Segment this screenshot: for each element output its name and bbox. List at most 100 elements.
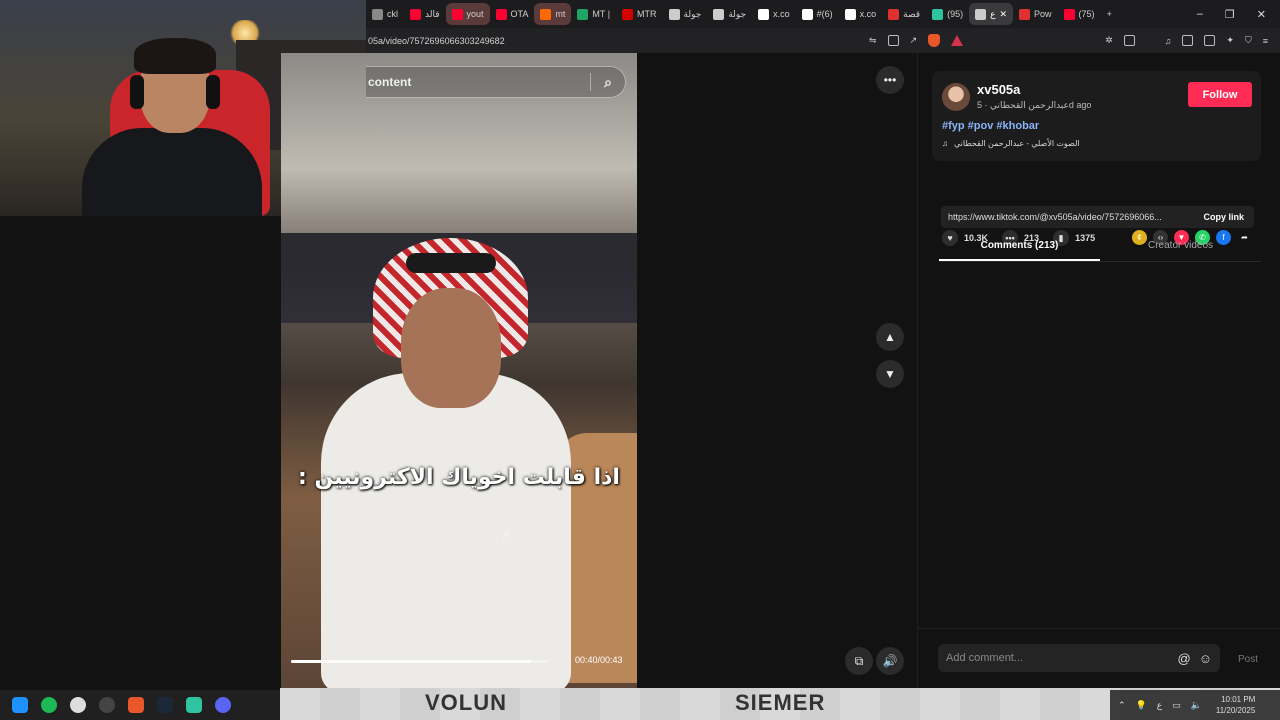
comment-input[interactable]: Add comment... @ ☺ bbox=[938, 644, 1220, 672]
browser-tab[interactable]: OTA bbox=[490, 3, 535, 25]
video-link[interactable]: https://www.tiktok.com/@xv505a/video/757… bbox=[948, 212, 1162, 222]
tab-label: mt bbox=[555, 9, 566, 19]
tab-label: قالد bbox=[425, 8, 440, 19]
strip-text-left: VOLUN bbox=[425, 690, 507, 715]
browser-tab[interactable]: Pow bbox=[1013, 3, 1058, 25]
tab-label: x.co bbox=[859, 9, 877, 19]
media-icon[interactable]: ♫ bbox=[1165, 36, 1172, 46]
tab-favicon-icon bbox=[801, 8, 813, 20]
music-row[interactable]: ♫ الصوت الأصلي - عبدالرحمن القحطاني bbox=[942, 139, 1080, 148]
tab-comments[interactable]: Comments (213) bbox=[939, 240, 1100, 261]
brave-taskbar-icon[interactable] bbox=[128, 697, 144, 713]
next-video-button[interactable]: ▼ bbox=[876, 360, 904, 388]
tab-favicon-icon bbox=[540, 8, 552, 20]
tab-favicon-icon bbox=[372, 8, 383, 20]
tab-favicon-icon bbox=[713, 8, 725, 20]
brave-rewards-icon[interactable] bbox=[951, 35, 964, 46]
windows-start-icon[interactable] bbox=[12, 697, 28, 713]
toolbar-icons: ⇋ ↗ ✲ ♫ ✦ ⛉ ≡ bbox=[869, 34, 1280, 47]
address-bar[interactable]: 05a/video/7572696066303249682 ⇋ ↗ ✲ ♫ ✦ … bbox=[366, 28, 1280, 53]
hashtags[interactable]: #fyp #pov #khobar bbox=[942, 120, 1039, 132]
tab-label: MTR bbox=[637, 9, 657, 19]
discord-icon[interactable] bbox=[215, 697, 231, 713]
tiktok-search-box[interactable]: content ⌕ bbox=[366, 66, 626, 98]
share-icon[interactable]: ↗ bbox=[910, 35, 918, 46]
browser-tab[interactable]: (95) bbox=[926, 3, 969, 25]
spotify-icon[interactable] bbox=[41, 697, 57, 713]
author-card: xv505a عبدالرحمن القحطاني · 5d ago Follo… bbox=[932, 71, 1261, 161]
browser-tab[interactable]: MT | bbox=[571, 3, 616, 25]
chevron-down-icon: ▼ bbox=[884, 367, 896, 381]
volume-button[interactable]: 🔊 bbox=[876, 647, 904, 675]
post-comment-button[interactable]: Post bbox=[1238, 654, 1258, 665]
chevron-up-tray-icon[interactable]: ⌃ bbox=[1118, 700, 1126, 711]
username[interactable]: xv505a bbox=[977, 82, 1020, 97]
new-tab-button[interactable]: + bbox=[1101, 3, 1118, 25]
tab-favicon-icon bbox=[622, 8, 634, 20]
browser-tab[interactable]: x.co bbox=[839, 3, 883, 25]
tab-favicon-icon bbox=[451, 8, 463, 20]
browser-tab[interactable]: ع ✕ bbox=[969, 3, 1014, 25]
bulb-icon[interactable]: 💡 bbox=[1136, 700, 1147, 711]
tab-label: جولة bbox=[683, 8, 702, 19]
wallet-icon[interactable] bbox=[1123, 35, 1135, 46]
steam-icon[interactable] bbox=[157, 697, 173, 713]
window-controls: – ❐ ✕ bbox=[1197, 8, 1280, 21]
menu-icon[interactable]: ≡ bbox=[1263, 36, 1268, 46]
browser-tab[interactable]: yout bbox=[445, 3, 490, 25]
emoji-icon[interactable]: ☺ bbox=[1199, 651, 1212, 666]
mention-icon[interactable]: @ bbox=[1178, 651, 1191, 666]
vpn-shield-icon[interactable]: ⛉ bbox=[1245, 35, 1252, 46]
music-title[interactable]: الصوت الأصلي - عبدالرحمن القحطاني bbox=[954, 139, 1080, 148]
browser-tab[interactable]: #(6) bbox=[796, 3, 839, 25]
tabs-icon[interactable] bbox=[1204, 35, 1216, 46]
close-window-button[interactable]: ✕ bbox=[1257, 8, 1266, 21]
display-name: عبدالرحمن القحطاني bbox=[990, 100, 1069, 110]
browser-tab[interactable]: جولة bbox=[663, 3, 708, 25]
tab-close-icon[interactable]: ✕ bbox=[999, 9, 1007, 20]
video-caption: اذا قابلت اخوياك الاكترونيين : bbox=[298, 465, 620, 490]
streamer-hair bbox=[134, 38, 216, 74]
copy-link-button[interactable]: Copy link bbox=[1203, 212, 1254, 222]
browser-tab[interactable]: mt bbox=[534, 3, 572, 25]
browser-tab[interactable]: ckl bbox=[366, 3, 404, 25]
comment-divider bbox=[918, 628, 1280, 629]
browser-tab[interactable]: قصة bbox=[882, 3, 926, 25]
tab-label: قصة bbox=[903, 8, 921, 19]
app-icon[interactable] bbox=[186, 697, 202, 713]
browser-tab[interactable]: جولة bbox=[707, 3, 752, 25]
follow-button[interactable]: Follow bbox=[1188, 82, 1252, 107]
url-text[interactable]: 05a/video/7572696066303249682 bbox=[366, 36, 505, 46]
minimize-button[interactable]: – bbox=[1197, 8, 1203, 21]
tab-favicon-icon bbox=[1063, 8, 1075, 20]
tab-creator-videos[interactable]: Creator videos bbox=[1100, 240, 1261, 261]
brave-shields-icon[interactable] bbox=[928, 34, 941, 47]
leo-ai-icon[interactable]: ✦ bbox=[1226, 35, 1234, 46]
browser-tab[interactable]: MTR bbox=[616, 3, 663, 25]
headphone-left bbox=[130, 75, 144, 109]
clock[interactable]: 10:01 PM 11/20/2025 bbox=[1216, 694, 1255, 716]
tab-label: ع bbox=[990, 8, 996, 19]
pip-button[interactable]: ⧉ bbox=[845, 647, 873, 675]
recorder-icon[interactable] bbox=[99, 697, 115, 713]
translate-icon[interactable]: ⇋ bbox=[869, 35, 877, 46]
network-icon[interactable]: ▭ bbox=[1172, 700, 1181, 711]
restore-button[interactable]: ❐ bbox=[1225, 8, 1235, 21]
video-progress-bar[interactable] bbox=[291, 660, 549, 663]
previous-video-button[interactable]: ▲ bbox=[876, 323, 904, 351]
language-indicator[interactable]: ع bbox=[1157, 700, 1162, 711]
video-player[interactable] bbox=[281, 53, 637, 688]
browser-tab[interactable]: x.co bbox=[752, 3, 796, 25]
cast-icon[interactable] bbox=[887, 35, 899, 46]
volume-tray-icon[interactable]: 🔈 bbox=[1191, 700, 1202, 711]
search-icon[interactable]: ⌕ bbox=[591, 74, 625, 91]
obs-icon[interactable] bbox=[70, 697, 86, 713]
more-options-button[interactable]: ••• bbox=[876, 66, 904, 94]
browser-tab[interactable]: (75) bbox=[1058, 3, 1101, 25]
browser-tab[interactable]: قالد bbox=[404, 3, 446, 25]
sidebar-icon[interactable] bbox=[1182, 35, 1194, 46]
extensions-icon[interactable]: ✲ bbox=[1105, 35, 1113, 46]
avatar[interactable] bbox=[942, 83, 970, 111]
tab-label: yout bbox=[466, 9, 484, 19]
search-placeholder: content bbox=[368, 75, 412, 89]
